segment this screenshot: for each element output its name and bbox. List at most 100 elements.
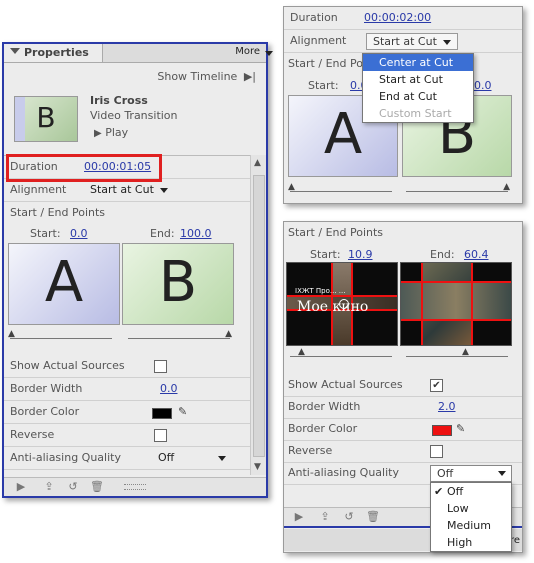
tr-duration-value[interactable]: 00:00:02:00 xyxy=(364,7,431,29)
br-start-slider[interactable]: ▲ xyxy=(290,348,392,357)
tr-end-slider[interactable]: ▲ xyxy=(406,183,510,192)
start-slider[interactable]: ▲ xyxy=(8,330,112,339)
eyedropper-icon[interactable]: ✎ xyxy=(456,418,465,440)
scroll-up-icon[interactable]: ▲ xyxy=(254,158,261,168)
alignment-value: Start at Cut xyxy=(90,183,154,196)
menu-item-medium[interactable]: Medium xyxy=(431,517,511,534)
br-aa-value: Off xyxy=(437,467,454,480)
scroll-thumb[interactable] xyxy=(253,175,265,457)
tr-alignment-dropdown[interactable]: Start at Cut xyxy=(366,33,458,50)
br-start-value[interactable]: 10.9 xyxy=(348,248,373,261)
tab-label: Properties xyxy=(24,46,89,59)
delete-icon[interactable]: 🗑 xyxy=(90,481,104,493)
alignment-dropdown[interactable]: Start at Cut xyxy=(90,179,168,201)
tr-alignment-row: Alignment Start at Cut xyxy=(284,30,522,53)
br-video-small-text: IXЖТ Про... ... xyxy=(295,287,346,295)
menu-item-low[interactable]: Low xyxy=(431,500,511,517)
br-border-color-swatch[interactable] xyxy=(432,425,452,436)
show-sources-checkbox[interactable] xyxy=(154,360,167,373)
play-button[interactable]: ▶ Play xyxy=(94,126,128,139)
resize-grip[interactable] xyxy=(124,484,146,490)
tab-properties[interactable]: Properties xyxy=(4,44,103,62)
border-color-label: Border Color xyxy=(10,405,80,418)
tr-alignment-value: Start at Cut xyxy=(373,35,437,48)
play-audio-icon[interactable]: ▶ xyxy=(292,511,306,523)
more-button[interactable]: More xyxy=(235,46,274,57)
br-preview-b[interactable] xyxy=(400,262,512,346)
br-aa-dropdown[interactable]: Off xyxy=(430,465,512,482)
slider-handle-icon[interactable]: ▲ xyxy=(298,348,305,357)
menu-item-high[interactable]: High xyxy=(431,534,511,551)
play-icon: ▶ xyxy=(94,128,102,139)
reverse-label: Reverse xyxy=(10,428,55,441)
start-value[interactable]: 0.0 xyxy=(70,227,88,240)
loop-icon[interactable]: ↺ xyxy=(66,481,80,493)
border-width-label: Border Width xyxy=(10,382,83,395)
duration-highlight xyxy=(6,154,162,182)
br-reverse-checkbox[interactable] xyxy=(430,445,443,458)
eyedropper-icon[interactable]: ✎ xyxy=(178,401,187,423)
center-handle-icon[interactable] xyxy=(339,299,349,309)
play-audio-icon[interactable]: ▶ xyxy=(14,481,28,493)
export-icon[interactable]: ⇪ xyxy=(42,481,56,493)
border-width-value[interactable]: 0.0 xyxy=(160,378,178,400)
tr-start-label: Start: xyxy=(308,79,339,92)
br-preview-b-border-h xyxy=(401,281,511,321)
br-end-label: End: xyxy=(430,248,455,261)
preview-b-letter: B xyxy=(158,250,198,315)
br-border-color-label: Border Color xyxy=(288,422,358,435)
end-value[interactable]: 100.0 xyxy=(180,227,212,240)
menu-item-off[interactable]: ✔ Off xyxy=(431,483,511,500)
br-end-value[interactable]: 60.4 xyxy=(464,248,489,261)
preview-b[interactable]: B xyxy=(122,243,234,325)
aa-menu: ✔ Off Low Medium High xyxy=(430,482,512,552)
play-forward-icon: ▶| xyxy=(243,70,256,83)
end-slider[interactable]: ▲ xyxy=(128,330,232,339)
settings-area: Duration 00:00:01:05 Alignment Start at … xyxy=(4,155,250,476)
slider-handle-icon[interactable]: ▲ xyxy=(8,330,15,339)
br-show-sources-checkbox[interactable]: ✔ xyxy=(430,379,443,392)
end-label: End: xyxy=(150,227,175,240)
menu-item-center-at-cut[interactable]: Center at Cut xyxy=(363,54,473,71)
aa-row: Anti-aliasing Quality Off xyxy=(4,447,250,470)
br-end-slider[interactable]: ▲ xyxy=(406,348,508,357)
vertical-scrollbar[interactable]: ▲ ▼ xyxy=(250,155,266,475)
br-aa-label: Anti-aliasing Quality xyxy=(288,466,399,479)
tr-duration-label: Duration xyxy=(290,11,338,24)
menu-item-end-at-cut[interactable]: End at Cut xyxy=(363,88,473,105)
br-show-sources-label: Show Actual Sources xyxy=(288,378,403,391)
tr-end-value[interactable]: 0.0 xyxy=(474,79,492,92)
show-timeline-button[interactable]: Show Timeline ▶| xyxy=(157,70,256,83)
br-start-label: Start: xyxy=(310,248,341,261)
clip-title: Iris Cross xyxy=(90,94,148,107)
slider-handle-icon[interactable]: ▲ xyxy=(288,183,295,192)
preview-a[interactable]: A xyxy=(8,243,120,325)
chevron-down-icon xyxy=(498,471,506,476)
show-sources-label: Show Actual Sources xyxy=(10,359,125,372)
scroll-down-icon[interactable]: ▼ xyxy=(254,462,261,472)
slider-handle-icon[interactable]: ▲ xyxy=(225,330,232,339)
br-reverse-row: Reverse xyxy=(284,440,522,463)
aa-dropdown[interactable]: Off xyxy=(158,447,227,469)
border-color-swatch[interactable] xyxy=(152,408,172,419)
menu-item-start-at-cut[interactable]: Start at Cut xyxy=(363,71,473,88)
delete-icon[interactable]: 🗑 xyxy=(366,511,380,523)
border-color-row: Border Color ✎ xyxy=(4,401,250,424)
more-label: More xyxy=(235,46,260,57)
aa-value: Off xyxy=(158,451,175,464)
menu-item-off-label: Off xyxy=(447,485,464,498)
clip-thumbnail: B xyxy=(14,96,78,142)
br-preview-a[interactable]: IXЖТ Про... ... Мое кино xyxy=(286,262,398,346)
br-border-width-value[interactable]: 2.0 xyxy=(438,396,456,418)
br-show-sources-row: Show Actual Sources ✔ xyxy=(284,374,522,397)
br-start-end-label: Start / End Points xyxy=(288,226,384,239)
thumb-letter: B xyxy=(36,101,56,134)
loop-icon[interactable]: ↺ xyxy=(342,511,356,523)
collapse-triangle-icon[interactable] xyxy=(10,48,20,54)
slider-handle-icon[interactable]: ▲ xyxy=(462,348,469,357)
export-icon[interactable]: ⇪ xyxy=(318,511,332,523)
reverse-checkbox[interactable] xyxy=(154,429,167,442)
slider-handle-icon[interactable]: ▲ xyxy=(503,183,510,192)
aa-label: Anti-aliasing Quality xyxy=(10,451,121,464)
tr-start-slider[interactable]: ▲ xyxy=(288,183,392,192)
